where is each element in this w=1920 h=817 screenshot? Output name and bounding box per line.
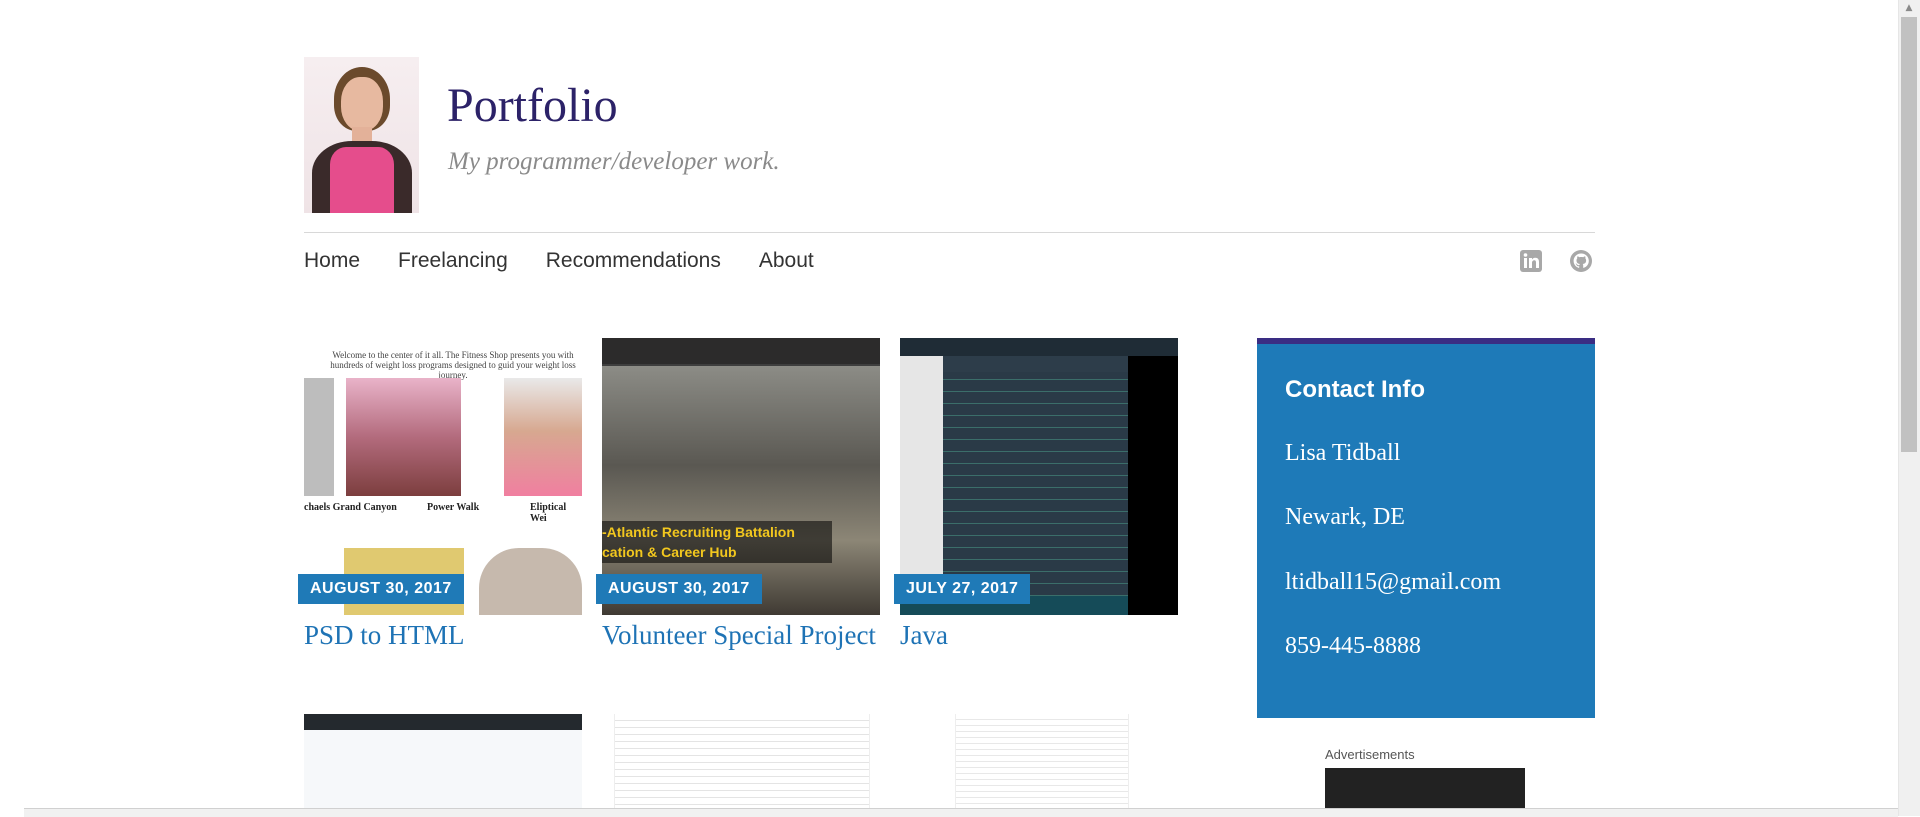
avatar[interactable] (304, 57, 419, 213)
thumb-banner-text: cation & Career Hub (602, 544, 737, 560)
header-divider (304, 232, 1595, 233)
thumb-label: chaels Grand Canyon (304, 502, 397, 513)
scroll-up-arrow[interactable]: ▲ (1898, 0, 1920, 17)
post-date-badge[interactable]: JULY 27, 2017 (894, 574, 1031, 604)
nav-item-about[interactable]: About (759, 245, 814, 277)
post-title[interactable]: Volunteer Special Project (602, 620, 882, 651)
nav-item-home[interactable]: Home (304, 245, 360, 277)
post-title[interactable]: Java (900, 620, 1180, 651)
contact-heading: Contact Info (1285, 376, 1425, 403)
post-date-badge[interactable]: AUGUST 30, 2017 (298, 574, 464, 604)
nav-item-recommendations[interactable]: Recommendations (546, 245, 721, 277)
nav-item-freelancing[interactable]: Freelancing (398, 245, 508, 277)
post-thumbnail[interactable] (614, 714, 870, 816)
post-thumbnail[interactable] (304, 714, 582, 816)
post-title[interactable]: PSD to HTML (304, 620, 584, 651)
thumb-label: Power Walk (427, 502, 480, 513)
site-title[interactable]: Portfolio (447, 78, 618, 133)
scrollbar-thumb[interactable] (1901, 17, 1917, 452)
post-date-badge[interactable]: AUGUST 30, 2017 (596, 574, 762, 604)
contact-phone: 859-445-8888 (1285, 633, 1421, 659)
page: Portfolio My programmer/developer work. … (0, 0, 1898, 817)
thumb-caption: Welcome to the center of it all. The Fit… (330, 350, 576, 380)
contact-location: Newark, DE (1285, 504, 1405, 530)
ads-label: Advertisements (1325, 747, 1415, 762)
github-icon[interactable] (1569, 249, 1593, 273)
contact-widget: Contact Info Lisa Tidball Newark, DE lti… (1257, 338, 1595, 718)
post-thumbnail[interactable] (955, 714, 1129, 816)
site-tagline: My programmer/developer work. (448, 148, 780, 175)
contact-email: ltidball15@gmail.com (1285, 569, 1502, 595)
thumb-banner-text: -Atlantic Recruiting Battalion (602, 524, 795, 540)
linkedin-icon[interactable] (1519, 249, 1543, 273)
thumb-label: Eliptical Wei (530, 502, 567, 524)
main-nav: Home Freelancing Recommendations About (304, 245, 814, 277)
contact-name: Lisa Tidball (1285, 440, 1401, 466)
